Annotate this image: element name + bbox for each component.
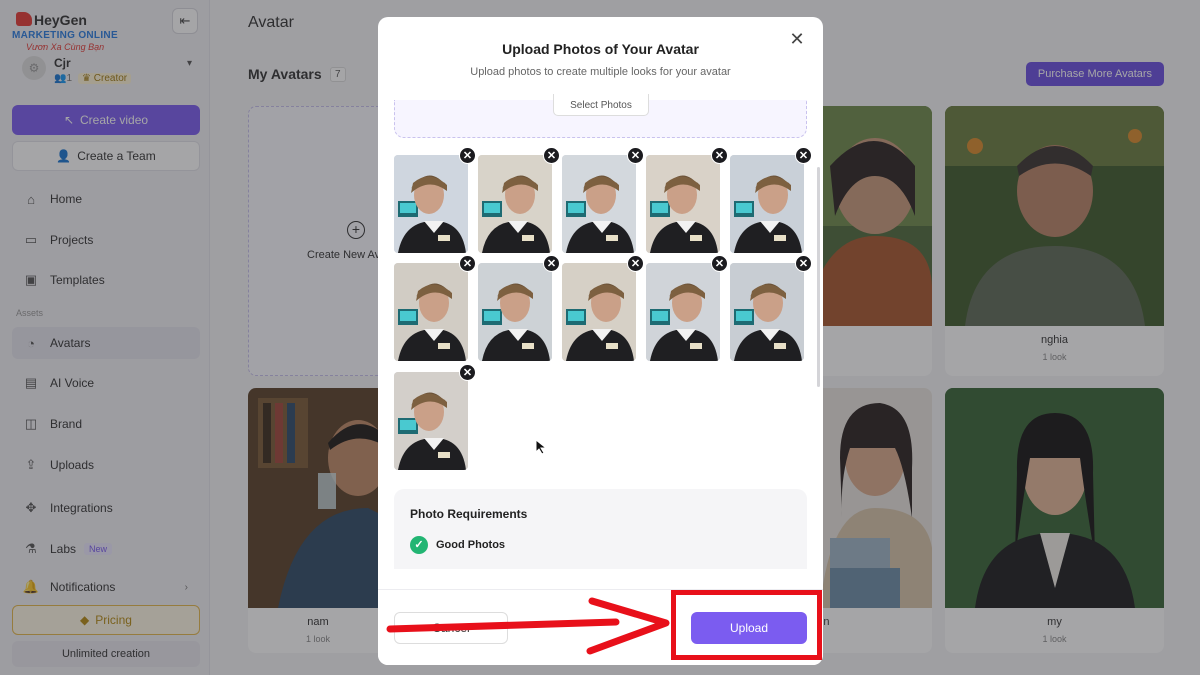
select-photos-button[interactable]: Select Photos [553,94,649,116]
portrait-image [730,263,804,361]
portrait-image [478,263,552,361]
uploaded-photo-thumbnail[interactable] [394,263,468,361]
uploaded-photo-thumbnail[interactable] [478,155,552,253]
modal-subtitle: Upload photos to create multiple looks f… [470,66,731,78]
remove-photo-icon[interactable]: ✕ [711,147,728,164]
portrait-image [394,263,468,361]
remove-photo-icon[interactable]: ✕ [459,364,476,381]
uploaded-photo-thumbnail[interactable] [394,372,468,470]
remove-photo-icon[interactable]: ✕ [459,255,476,272]
remove-photo-icon[interactable]: ✕ [795,147,812,164]
photo-dropzone[interactable]: Select Photos [394,94,807,138]
close-icon[interactable]: ✕ [787,29,807,49]
portrait-image [646,263,720,361]
photo-requirements: Photo Requirements ✓ Good Photos [394,489,807,569]
upload-photos-modal: Upload Photos of Your Avatar Upload phot… [378,17,823,665]
portrait-image [478,155,552,253]
check-circle-icon: ✓ [410,536,428,554]
upload-highlight-box [671,590,822,660]
modal-title: Upload Photos of Your Avatar [502,41,699,57]
uploaded-photo-thumbnail[interactable] [646,155,720,253]
remove-photo-icon[interactable]: ✕ [627,255,644,272]
good-photos-label: Good Photos [436,539,506,551]
mouse-cursor-icon [535,439,548,455]
portrait-image [562,155,636,253]
requirements-title: Photo Requirements [410,507,528,521]
remove-photo-icon[interactable]: ✕ [543,147,560,164]
uploaded-photo-thumbnail[interactable] [730,263,804,361]
remove-photo-icon[interactable]: ✕ [627,147,644,164]
portrait-image [562,263,636,361]
remove-photo-icon[interactable]: ✕ [711,255,728,272]
red-arrow-annotation [386,597,670,655]
uploaded-photo-thumbnail[interactable] [646,263,720,361]
remove-photo-icon[interactable]: ✕ [459,147,476,164]
good-photos-row[interactable]: ✓ Good Photos [410,536,505,554]
modal-scrollbar[interactable] [817,167,820,387]
portrait-image [394,372,468,470]
uploaded-photo-thumbnail[interactable] [562,155,636,253]
uploaded-photo-thumbnail[interactable] [394,155,468,253]
portrait-image [730,155,804,253]
remove-photo-icon[interactable]: ✕ [543,255,560,272]
uploaded-photo-thumbnail[interactable] [730,155,804,253]
uploaded-photo-thumbnail[interactable] [478,263,552,361]
portrait-image [394,155,468,253]
portrait-image [646,155,720,253]
uploaded-photo-thumbnail[interactable] [562,263,636,361]
remove-photo-icon[interactable]: ✕ [795,255,812,272]
